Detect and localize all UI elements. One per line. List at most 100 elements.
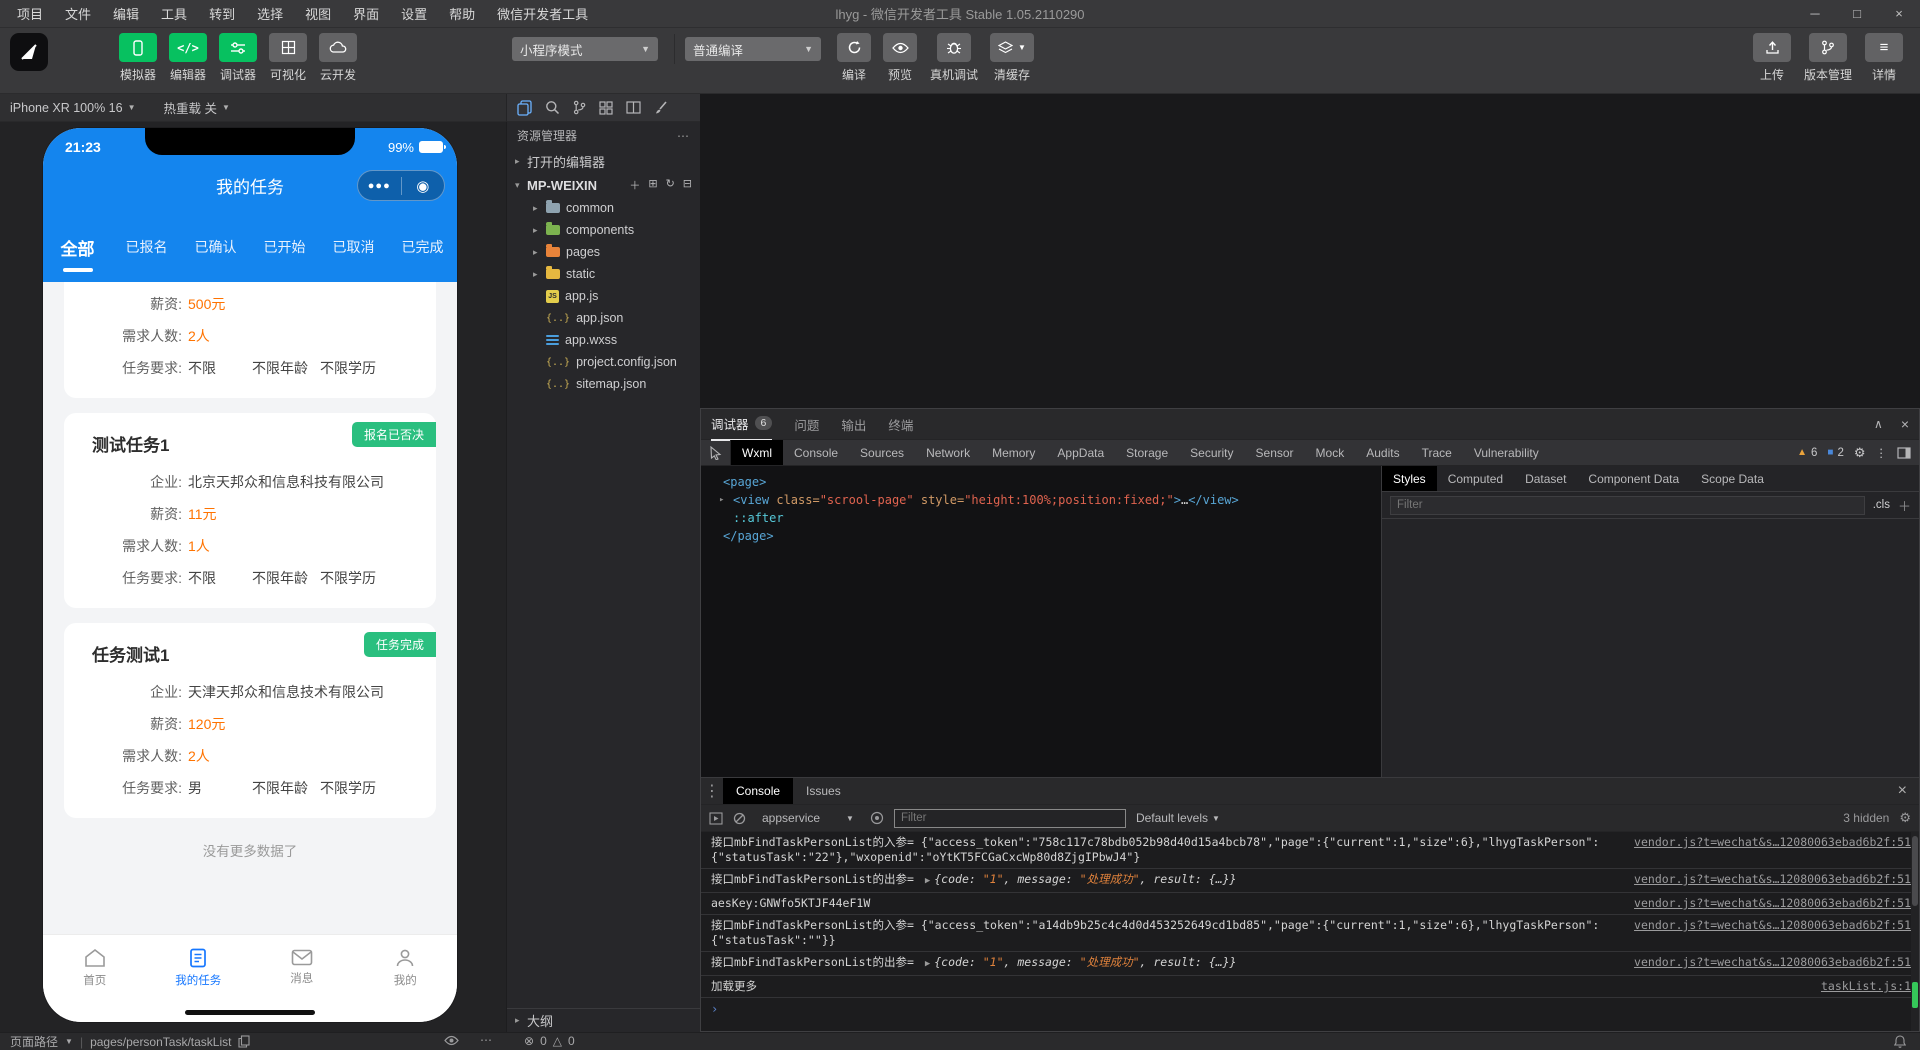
live-expression-icon[interactable]: [870, 811, 884, 825]
expand-node-icon[interactable]: ▸: [719, 491, 724, 509]
hot-reload-toggle[interactable]: 热重载 关 ▼: [164, 98, 230, 117]
page-path-label[interactable]: 页面路径: [10, 1033, 58, 1050]
styles-filter-input[interactable]: [1390, 495, 1865, 515]
outline-section[interactable]: ▸ 大纲: [507, 1008, 701, 1032]
tab-signed-up[interactable]: 已报名: [112, 233, 181, 257]
task-card[interactable]: 报名已否决 测试任务1 企业: 北京天邦众和信息科技有限公司 薪资: 11元 需求人数: 1人…: [64, 413, 436, 608]
tab-output[interactable]: 输出: [841, 409, 866, 440]
version-control-button[interactable]: 版本管理: [1800, 33, 1856, 83]
refresh-tree-icon[interactable]: ↻: [666, 177, 675, 193]
collapse-tree-icon[interactable]: ⊟: [683, 177, 692, 193]
close-panel-icon[interactable]: ×: [1901, 416, 1909, 432]
maximize-button[interactable]: □: [1836, 0, 1878, 28]
eval-context-icon[interactable]: [709, 811, 723, 825]
console-log-row[interactable]: 接口mbFindTaskPersonList的入参= {"access_toke…: [701, 915, 1919, 952]
menu-item[interactable]: 微信开发者工具: [488, 1, 597, 26]
menu-item[interactable]: 编辑: [104, 1, 148, 26]
new-file-icon[interactable]: ＋: [629, 177, 640, 193]
styles-panel-tab[interactable]: Component Data: [1577, 466, 1690, 491]
issues-tab[interactable]: Issues: [793, 778, 854, 804]
menu-item[interactable]: 选择: [248, 1, 292, 26]
menu-item[interactable]: 界面: [344, 1, 388, 26]
close-button[interactable]: ×: [1878, 0, 1920, 28]
devtools-tab[interactable]: Mock: [1305, 440, 1356, 465]
kebab-menu-icon[interactable]: ⋮: [701, 778, 723, 804]
editor-toggle-button[interactable]: </> 编辑器: [164, 33, 212, 83]
new-folder-icon[interactable]: ⊞: [648, 177, 657, 193]
tree-item-app.js[interactable]: JS app.js: [507, 285, 700, 307]
tree-item-static[interactable]: ▸ static: [507, 263, 700, 285]
console-log-row[interactable]: 接口mbFindTaskPersonList的出参= ▶ {code: "1", …: [701, 869, 1919, 893]
more-actions-icon[interactable]: ⋯: [677, 129, 690, 143]
console-log-row[interactable]: aesKey:GNWfo5KTJF44eF1W vendor.js?t=wecha…: [701, 893, 1919, 915]
devtools-tab[interactable]: Network: [915, 440, 981, 465]
collapse-panel-icon[interactable]: ∧: [1874, 417, 1883, 431]
warnings-count[interactable]: 0: [568, 1034, 575, 1048]
tree-item-pages[interactable]: ▸ pages: [507, 241, 700, 263]
menu-item[interactable]: 视图: [296, 1, 340, 26]
context-select[interactable]: appservice ▼: [756, 809, 860, 827]
mode-select[interactable]: 小程序模式 ▼: [512, 37, 658, 61]
tab-all[interactable]: 全部: [43, 231, 112, 272]
tab-completed[interactable]: 已完成: [388, 233, 457, 257]
styles-panel-tab[interactable]: Styles: [1382, 466, 1437, 491]
console-source-link[interactable]: vendor.js?t=wechat&s…12080063ebad6b2f:51: [1634, 955, 1911, 970]
files-panel-icon[interactable]: [517, 99, 532, 116]
console-source-link[interactable]: vendor.js?t=wechat&s…12080063ebad6b2f:51: [1634, 872, 1911, 887]
scrollbar-thumb[interactable]: [1912, 836, 1918, 906]
tab-terminal[interactable]: 终端: [888, 409, 913, 440]
info-count[interactable]: 2: [1837, 447, 1843, 459]
copy-path-icon[interactable]: [238, 1035, 251, 1048]
console-filter-input[interactable]: [893, 808, 1126, 828]
console-tab[interactable]: Console: [723, 778, 794, 804]
open-editors-section[interactable]: ▸ 打开的编辑器: [507, 149, 700, 173]
preview-button[interactable]: 预览: [879, 33, 921, 83]
search-panel-icon[interactable]: [545, 100, 560, 115]
tree-item-app.wxss[interactable]: app.wxss: [507, 329, 700, 351]
devtools-tab[interactable]: Sources: [849, 440, 915, 465]
tabbar-me[interactable]: 我的: [354, 935, 458, 1000]
tree-item-common[interactable]: ▸ common: [507, 197, 700, 219]
menu-item[interactable]: 转到: [200, 1, 244, 26]
tree-item-project.config.json[interactable]: {..} project.config.json: [507, 351, 700, 373]
wxml-code[interactable]: <page> ▸ <view class="scrool-page" style="…: [701, 466, 1381, 777]
simulator-toggle-button[interactable]: 模拟器: [114, 33, 162, 83]
device-select[interactable]: iPhone XR 100% 16 ▼: [10, 101, 136, 115]
console-settings-icon[interactable]: ⚙: [1899, 810, 1911, 826]
tabbar-my-tasks[interactable]: 我的任务: [147, 935, 251, 1000]
devtools-tab[interactable]: Storage: [1115, 440, 1179, 465]
tabbar-messages[interactable]: 消息: [250, 935, 354, 1000]
devtools-tab[interactable]: Trace: [1411, 440, 1463, 465]
console-source-link[interactable]: vendor.js?t=wechat&s…12080063ebad6b2f:51: [1634, 918, 1911, 933]
notifications-bell-icon[interactable]: [1894, 1035, 1906, 1048]
console-prompt[interactable]: ›: [701, 998, 1919, 1020]
remote-debug-button[interactable]: 真机调试: [925, 33, 983, 83]
inspect-element-button[interactable]: [701, 440, 731, 465]
menu-item[interactable]: 工具: [152, 1, 196, 26]
git-panel-icon[interactable]: [573, 100, 586, 115]
watch-icon[interactable]: [444, 1035, 459, 1046]
menu-item[interactable]: 文件: [56, 1, 100, 26]
clear-console-icon[interactable]: [733, 812, 746, 825]
settings-gear-icon[interactable]: ⚙: [1854, 445, 1866, 461]
upload-button[interactable]: 上传: [1748, 33, 1796, 83]
compile-mode-select[interactable]: 普通编译 ▼: [685, 37, 821, 61]
debugger-toggle-button[interactable]: 调试器: [214, 33, 262, 83]
details-button[interactable]: ≡ 详情: [1860, 33, 1908, 83]
devtools-tab[interactable]: Sensor: [1245, 440, 1305, 465]
tree-item-sitemap.json[interactable]: {..} sitemap.json: [507, 373, 700, 395]
tree-item-app.json[interactable]: {..} app.json: [507, 307, 700, 329]
tab-debugger[interactable]: 调试器 6: [711, 408, 773, 441]
close-console-icon[interactable]: ×: [1898, 778, 1919, 804]
dock-side-icon[interactable]: [1897, 446, 1911, 459]
console-source-link[interactable]: taskList.js:1: [1821, 979, 1911, 994]
theme-brush-icon[interactable]: [654, 100, 668, 115]
menu-item[interactable]: 设置: [392, 1, 436, 26]
task-card[interactable]: 薪资: 500元 需求人数: 2人 任务要求: 不限 不限年龄 不限学历: [64, 282, 436, 398]
split-view-icon[interactable]: [626, 101, 641, 114]
menu-item[interactable]: 项目: [8, 1, 52, 26]
devtools-tab[interactable]: Console: [783, 440, 849, 465]
styles-panel-tab[interactable]: Dataset: [1514, 466, 1577, 491]
visualization-button[interactable]: 可视化: [264, 33, 312, 83]
tab-problems[interactable]: 问题: [794, 409, 819, 440]
